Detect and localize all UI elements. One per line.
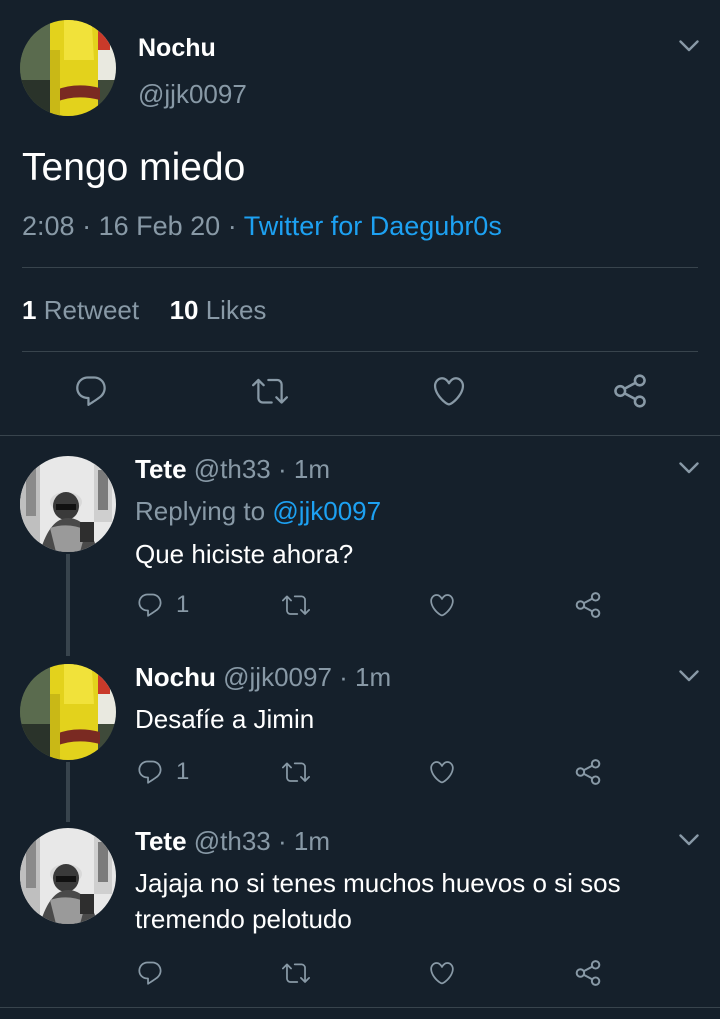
share-button[interactable] [574, 959, 602, 987]
divider [22, 351, 698, 352]
tweet-source-link[interactable]: Twitter for Daegubr0s [244, 211, 502, 241]
retweet-count: 1 [22, 295, 37, 325]
reply-text-line-1: Jajaja no si tenes muchos huevos o si so… [135, 868, 621, 898]
likes-count: 10 [169, 295, 199, 325]
tweet-date: 16 Feb 20 [98, 211, 221, 241]
author-name[interactable]: Nochu [138, 34, 216, 63]
chevron-down-icon[interactable] [674, 825, 704, 855]
reply-button[interactable]: 1 [136, 591, 189, 619]
retweet-button[interactable] [282, 758, 310, 786]
reply-tweet[interactable]: Tete @th33 · 1m Replying to @jjk0097 Que… [0, 436, 720, 634]
reply-header: Tete @th33 · 1m [135, 826, 330, 857]
share-button[interactable] [612, 373, 648, 409]
retweet-button[interactable] [282, 959, 310, 987]
share-icon [612, 373, 648, 409]
author-name[interactable]: Nochu [135, 662, 216, 692]
tweet-meta: 2:08 · 16 Feb 20 · Twitter for Daegubr0s [22, 211, 502, 242]
avatar[interactable] [20, 664, 116, 760]
retweet-button[interactable] [282, 591, 310, 619]
meta-separator: · [82, 211, 92, 241]
share-icon [574, 959, 602, 987]
reply-time: · 1m [278, 454, 330, 484]
chevron-down-icon[interactable] [674, 31, 704, 61]
like-button[interactable] [431, 373, 467, 409]
share-button[interactable] [574, 758, 602, 786]
replying-to-handle[interactable]: @jjk0097 [272, 496, 381, 526]
reply-button[interactable] [136, 959, 164, 987]
retweet-button[interactable] [252, 373, 288, 409]
divider [22, 267, 698, 268]
reply-icon [136, 591, 164, 619]
like-button[interactable] [428, 591, 456, 619]
heart-icon [431, 373, 467, 409]
heart-icon [428, 959, 456, 987]
reply-time: · 1m [278, 826, 330, 856]
author-handle[interactable]: @th33 [194, 454, 271, 484]
reply-tweet[interactable]: Tete @th33 · 1m Jajaja no si tenes mucho… [0, 808, 720, 1008]
avatar[interactable] [20, 456, 116, 552]
reply-button[interactable]: 1 [136, 758, 189, 786]
main-tweet: Nochu @jjk0097 Tengo miedo 2:08 · 16 Feb… [0, 0, 720, 436]
reply-text: Desafíe a Jimin [135, 704, 315, 734]
heart-icon [428, 591, 456, 619]
reply-text: Que hiciste ahora? [135, 539, 354, 569]
reply-count: 1 [176, 758, 190, 785]
tweet-stats: 1 Retweet 10 Likes [22, 295, 266, 326]
retweet-icon [282, 591, 310, 619]
like-button[interactable] [428, 758, 456, 786]
replying-to: Replying to @jjk0097 [135, 496, 381, 527]
retweet-label: Retweet [43, 295, 140, 325]
meta-separator: · [227, 211, 237, 241]
retweet-icon [252, 373, 288, 409]
replying-to-label: Replying to [135, 496, 266, 526]
author-name[interactable]: Tete [135, 826, 187, 856]
share-button[interactable] [574, 591, 602, 619]
tweet-time: 2:08 [22, 211, 75, 241]
author-handle[interactable]: @jjk0097 [223, 662, 332, 692]
like-button[interactable] [428, 959, 456, 987]
share-icon [574, 758, 602, 786]
author-handle[interactable]: @jjk0097 [138, 79, 247, 110]
retweet-icon [282, 758, 310, 786]
avatar[interactable] [20, 20, 116, 116]
reply-icon [73, 373, 109, 409]
tweet-text: Tengo miedo [22, 146, 246, 189]
reply-count: 1 [176, 591, 190, 618]
retweet-stat[interactable]: 1 Retweet [22, 295, 146, 325]
likes-label: Likes [205, 295, 267, 325]
heart-icon [428, 758, 456, 786]
bottom-divider [0, 1007, 720, 1008]
reply-icon [136, 959, 164, 987]
likes-stat[interactable]: 10 Likes [170, 295, 267, 325]
reply-text-line-2: tremendo pelotudo [135, 904, 352, 934]
reply-header: Tete @th33 · 1m [135, 454, 330, 485]
reply-time: · 1m [339, 662, 392, 692]
retweet-icon [282, 959, 310, 987]
chevron-down-icon[interactable] [674, 661, 704, 691]
author-handle[interactable]: @th33 [194, 826, 271, 856]
reply-tweet[interactable]: Nochu @jjk0097 · 1m Desafíe a Jimin 1 [0, 644, 720, 814]
avatar[interactable] [20, 828, 116, 924]
share-icon [574, 591, 602, 619]
reply-icon [136, 758, 164, 786]
chevron-down-icon[interactable] [674, 453, 704, 483]
reply-header: Nochu @jjk0097 · 1m [135, 662, 391, 693]
reply-button[interactable] [73, 373, 109, 409]
author-name[interactable]: Tete [135, 454, 187, 484]
